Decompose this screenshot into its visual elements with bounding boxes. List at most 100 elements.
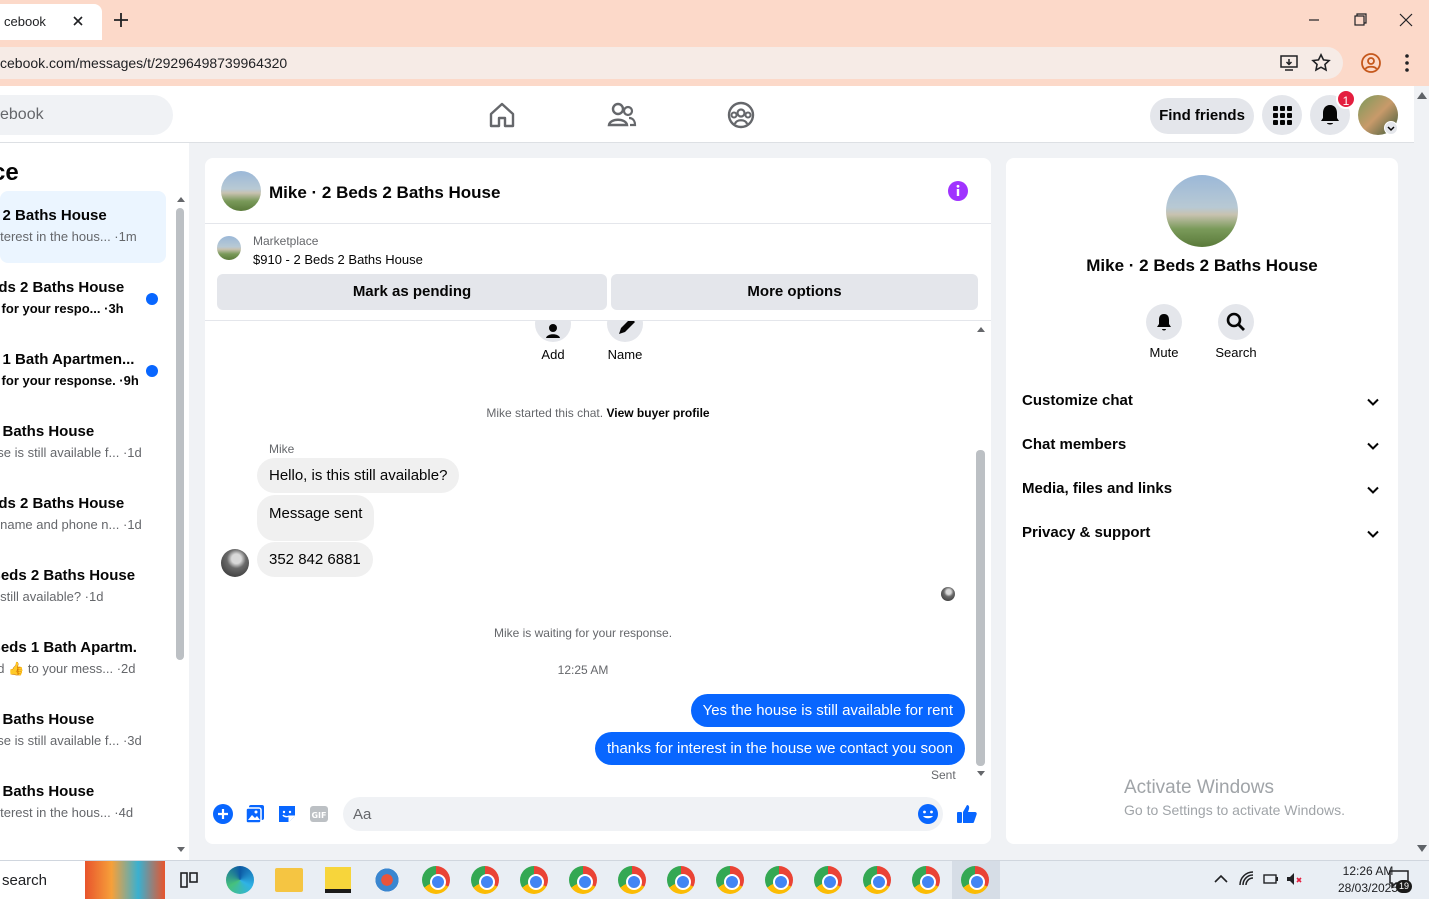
emoji-icon[interactable] — [916, 802, 940, 826]
conversation-title: Beds 2 Baths House — [0, 567, 136, 584]
chrome-app-icon[interactable] — [716, 866, 744, 894]
bookmark-star-icon[interactable] — [1310, 52, 1332, 74]
groups-icon[interactable] — [726, 100, 756, 130]
media-files-links-row[interactable]: Media, files and links — [1022, 480, 1384, 497]
section-label: Media, files and links — [1022, 480, 1173, 497]
restore-icon[interactable] — [1346, 8, 1374, 32]
add-person-icon[interactable] — [535, 321, 571, 342]
install-app-icon[interactable] — [1278, 52, 1300, 74]
message-input[interactable] — [343, 797, 943, 831]
chrome-app-icon[interactable] — [667, 866, 695, 894]
profile-icon[interactable] — [1360, 52, 1382, 74]
sender-avatar[interactable] — [221, 549, 249, 577]
chrome-app-icon[interactable] — [471, 866, 499, 894]
chat-scrollbar[interactable] — [976, 450, 985, 766]
conversation-item[interactable]: eds 2 Baths House g for your respo... ·3h — [0, 263, 166, 335]
sticker-icon[interactable] — [275, 802, 299, 826]
menu-grid-icon[interactable] — [1262, 95, 1302, 135]
home-icon[interactable] — [487, 100, 517, 130]
account-chevron-icon[interactable] — [1384, 121, 1398, 135]
find-friends-button[interactable]: Find friends — [1150, 98, 1254, 134]
chrome-menu-icon[interactable] — [1396, 52, 1418, 74]
outgoing-message[interactable]: Yes the house is still available for ren… — [690, 694, 965, 727]
chrome-app-icon[interactable] — [961, 866, 989, 894]
chrome-app-icon[interactable] — [765, 866, 793, 894]
incoming-message[interactable]: Message sent — [257, 495, 375, 541]
chat-listing-thumbnail[interactable] — [221, 171, 261, 211]
conversation-item[interactable]: 2 Baths House use is still available f...… — [0, 407, 166, 479]
conversation-item[interactable]: 2 Baths House use is still available f...… — [0, 695, 166, 767]
edit-name-icon[interactable] — [607, 321, 643, 342]
new-tab-icon[interactable] — [111, 10, 131, 30]
section-label: Chat members — [1022, 436, 1127, 453]
scroll-up-icon[interactable] — [176, 195, 186, 203]
outgoing-message[interactable]: thanks for interest in the house we cont… — [594, 732, 965, 765]
chevron-down-icon[interactable] — [1366, 527, 1380, 541]
page-scroll-up-icon[interactable] — [1416, 90, 1428, 100]
edge-icon[interactable] — [226, 866, 254, 894]
close-tab-icon[interactable] — [70, 13, 86, 29]
chevron-down-icon[interactable] — [1366, 395, 1380, 409]
battery-icon[interactable] — [1262, 870, 1280, 888]
browser-tab[interactable]: cebook — [0, 4, 102, 40]
volume-muted-icon[interactable] — [1285, 870, 1305, 888]
chrome-app-icon[interactable] — [618, 866, 646, 894]
conversation-item[interactable]: Beds 1 Bath Apartm... ed 👍 to your mess..… — [0, 623, 166, 695]
conversation-item[interactable]: Beds 2 Baths House it still available? ·1… — [0, 551, 166, 623]
section-label: Privacy & support — [1022, 524, 1151, 541]
info-icon[interactable] — [947, 180, 969, 202]
chat-scroll-down-icon[interactable] — [976, 770, 986, 778]
conversation-item[interactable]: eds 2 Baths House y name and phone n... ·… — [0, 479, 166, 551]
show-hidden-icons-icon[interactable] — [1212, 872, 1230, 886]
friends-icon[interactable] — [607, 100, 637, 130]
thumbs-up-icon[interactable] — [955, 802, 979, 826]
conversation-item[interactable]: s 1 Bath Apartmen... g for your response.… — [0, 335, 166, 407]
close-window-icon[interactable] — [1392, 8, 1420, 32]
mark-as-pending-button[interactable]: Mark as pending — [217, 274, 607, 310]
search-highlight-image[interactable] — [85, 861, 165, 899]
chrome-app-icon[interactable] — [422, 866, 450, 894]
file-explorer-icon[interactable] — [275, 868, 303, 892]
chat-scroll-up-icon[interactable] — [976, 325, 986, 333]
task-view-icon[interactable] — [178, 869, 200, 891]
view-buyer-profile-link[interactable]: View buyer profile — [606, 406, 709, 420]
listing-thumbnail[interactable] — [217, 236, 241, 260]
privacy-support-row[interactable]: Privacy & support — [1022, 524, 1384, 541]
chrome-app-icon[interactable] — [863, 866, 891, 894]
chrome-app-icon[interactable] — [569, 866, 597, 894]
incoming-message[interactable]: Hello, is this still available? — [257, 458, 460, 493]
incoming-message[interactable]: 352 842 6881 — [257, 542, 373, 577]
mute-bell-icon[interactable] — [1146, 304, 1182, 340]
conversation-preview: it still available? ·1d — [0, 589, 104, 604]
conversation-title: Beds 1 Bath Apartm... — [0, 639, 136, 656]
chevron-down-icon[interactable] — [1366, 483, 1380, 497]
chevron-down-icon[interactable] — [1366, 439, 1380, 453]
conversation-item[interactable]: 2 Baths House interest in the hous... ·4d — [0, 767, 166, 839]
chat-members-row[interactable]: Chat members — [1022, 436, 1384, 453]
gif-icon[interactable]: GIF — [307, 802, 331, 826]
scroll-down-icon[interactable] — [176, 846, 186, 854]
customize-chat-row[interactable]: Customize chat — [1022, 392, 1384, 409]
chrome-app-icon[interactable] — [912, 866, 940, 894]
chat-info-name: Mike · 2 Beds 2 Baths House — [1086, 256, 1318, 275]
wifi-icon[interactable] — [1238, 870, 1256, 888]
chrome-app-icon[interactable] — [520, 866, 548, 894]
unread-dot — [146, 365, 158, 377]
chrome-app-icon[interactable] — [814, 866, 842, 894]
page-scroll-down-icon[interactable] — [1416, 844, 1428, 854]
tab-title: cebook — [4, 14, 46, 29]
more-options-button[interactable]: More options — [611, 274, 978, 310]
paint-icon[interactable] — [373, 867, 401, 893]
conversation-item[interactable]: s 2 Baths House interest in the hous... ·… — [0, 191, 166, 263]
sticky-notes-icon[interactable] — [325, 867, 351, 893]
minimize-icon[interactable] — [1300, 8, 1328, 32]
listing-title[interactable]: $910 - 2 Beds 2 Baths House — [253, 252, 423, 267]
listing-photo[interactable] — [1166, 175, 1238, 247]
search-icon[interactable] — [1218, 304, 1254, 340]
conversation-title: eds 2 Baths House — [0, 495, 125, 512]
chat-title[interactable]: Mike · 2 Beds 2 Baths House — [269, 183, 500, 203]
more-actions-plus-icon[interactable] — [211, 802, 235, 826]
conversation-list-scrollbar[interactable] — [176, 208, 184, 660]
attach-photo-icon[interactable] — [243, 802, 267, 826]
url-text[interactable]: cebook.com/messages/t/29296498739964320 — [0, 55, 287, 71]
